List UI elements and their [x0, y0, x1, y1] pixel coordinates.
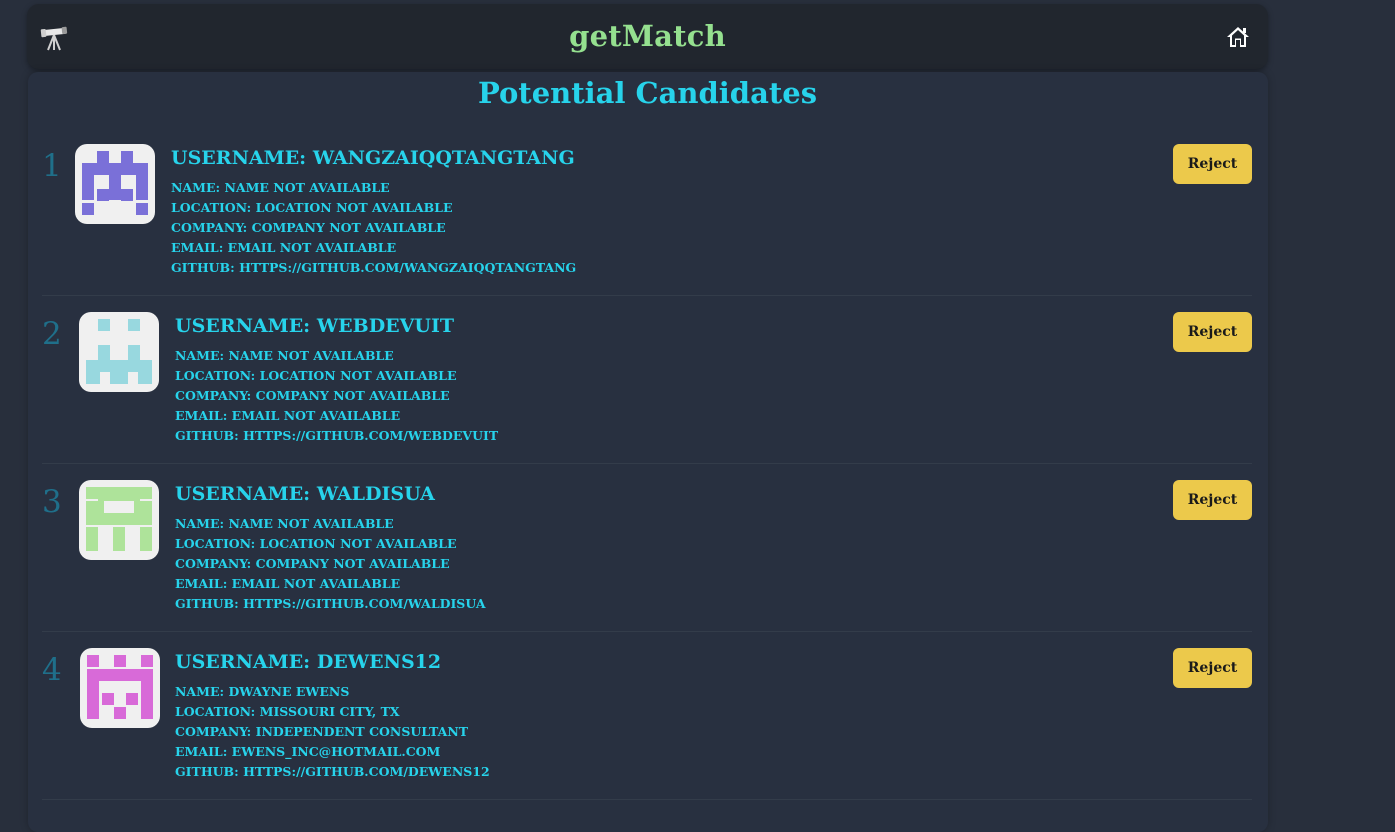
- candidate-email: EMAIL: EMAIL NOT AVAILABLE: [171, 240, 397, 255]
- home-icon[interactable]: [1226, 25, 1250, 49]
- app-title: getMatch: [569, 19, 726, 53]
- candidate-name: NAME: NAME NOT AVAILABLE: [171, 180, 390, 195]
- candidate-company: COMPANY: INDEPENDENT CONSULTANT: [175, 724, 469, 739]
- candidate-username: USERNAME: WEBDEVUIT: [175, 315, 454, 337]
- candidate-username: USERNAME: WANGZAIQQTANGTANG: [171, 147, 575, 169]
- candidate-github: GITHUB: HTTPS://GITHUB.COM/WANGZAIQQTANG…: [171, 260, 577, 275]
- candidate-username: USERNAME: DEWENS12: [175, 651, 442, 673]
- candidate-email: EMAIL: EMAIL NOT AVAILABLE: [175, 576, 401, 591]
- candidate-rank: 4: [42, 652, 62, 688]
- candidate-row: 2 USERNAME: WEBDEVUIT NAME: NAME NOT AVA…: [42, 296, 1252, 464]
- candidate-row: 1 USERNAME: WANGZAIQQTANGTANG NAME: NAME…: [42, 128, 1252, 296]
- candidate-github: GITHUB: HTTPS://GITHUB.COM/DEWENS12: [175, 764, 490, 779]
- reject-button[interactable]: Reject: [1173, 648, 1252, 688]
- avatar: [79, 312, 159, 392]
- candidate-name: NAME: DWAYNE EWENS: [175, 684, 350, 699]
- candidate-company: COMPANY: COMPANY NOT AVAILABLE: [175, 388, 450, 403]
- reject-button[interactable]: Reject: [1173, 312, 1252, 352]
- candidate-info: USERNAME: WEBDEVUIT NAME: NAME NOT AVAIL…: [175, 312, 498, 446]
- candidate-location: LOCATION: LOCATION NOT AVAILABLE: [175, 368, 457, 383]
- candidate-location: LOCATION: LOCATION NOT AVAILABLE: [171, 200, 453, 215]
- candidate-github: GITHUB: HTTPS://GITHUB.COM/WEBDEVUIT: [175, 428, 499, 443]
- candidate-location: LOCATION: LOCATION NOT AVAILABLE: [175, 536, 457, 551]
- candidate-location: LOCATION: MISSOURI CITY, TX: [175, 704, 400, 719]
- candidate-rank: 1: [42, 148, 62, 184]
- candidate-rank: 3: [42, 484, 62, 520]
- avatar: [80, 648, 160, 728]
- avatar: [79, 480, 159, 560]
- candidate-github: GITHUB: HTTPS://GITHUB.COM/WALDISUA: [175, 596, 486, 611]
- candidate-name: NAME: NAME NOT AVAILABLE: [175, 516, 394, 531]
- candidate-row: 3 USERNAME: WALDISUA NAME: NAME NOT AVAI…: [42, 464, 1252, 632]
- reject-button[interactable]: Reject: [1173, 144, 1252, 184]
- candidate-company: COMPANY: COMPANY NOT AVAILABLE: [175, 556, 450, 571]
- candidate-username: USERNAME: WALDISUA: [175, 483, 435, 505]
- candidate-info: USERNAME: WANGZAIQQTANGTANG NAME: NAME N…: [171, 144, 576, 278]
- candidate-name: NAME: NAME NOT AVAILABLE: [175, 348, 394, 363]
- candidate-row: 4 USERNAME: DEWENS12 NAME: DWAYNE EWENS: [42, 632, 1252, 800]
- candidate-info: USERNAME: DEWENS12 NAME: DWAYNE EWENS LO…: [175, 648, 490, 782]
- candidate-email: EMAIL: EMAIL NOT AVAILABLE: [175, 408, 401, 423]
- avatar: [75, 144, 155, 224]
- candidate-company: COMPANY: COMPANY NOT AVAILABLE: [171, 220, 446, 235]
- reject-button[interactable]: Reject: [1173, 480, 1252, 520]
- top-navbar: getMatch: [27, 4, 1268, 69]
- candidate-rank: 2: [42, 316, 62, 352]
- page-title: Potential Candidates: [477, 76, 818, 110]
- candidate-list: 1 USERNAME: WANGZAIQQTANGTANG NAME: NAME…: [42, 128, 1252, 800]
- candidate-email: EMAIL: EWENS_INC@HOTMAIL.COM: [175, 744, 441, 759]
- candidate-info: USERNAME: WALDISUA NAME: NAME NOT AVAILA…: [175, 480, 486, 614]
